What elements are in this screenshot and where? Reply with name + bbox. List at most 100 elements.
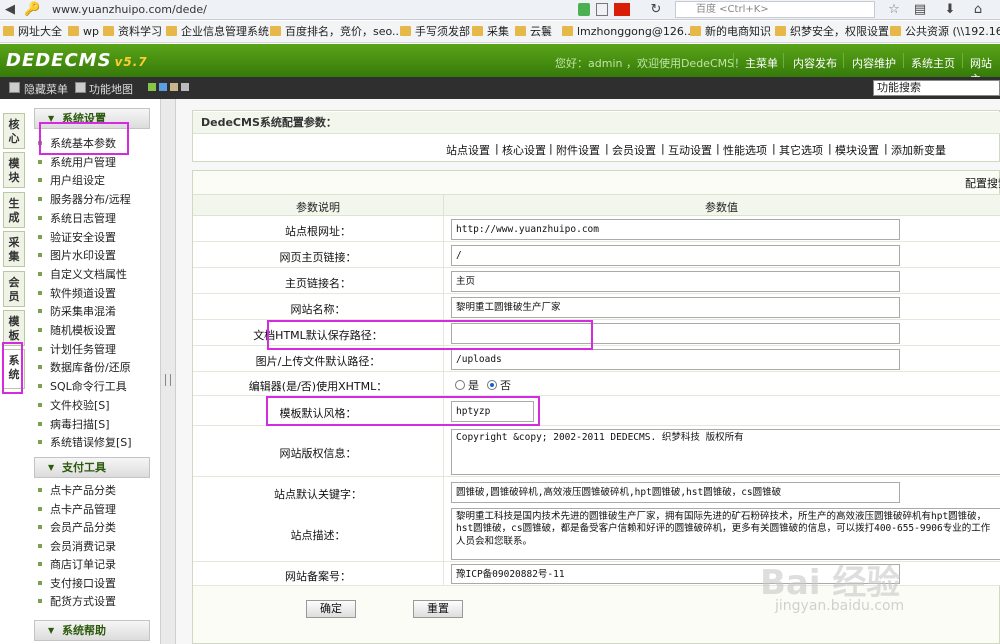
skin-tan-icon[interactable] — [170, 83, 178, 91]
skin-blue-icon[interactable] — [159, 83, 167, 91]
confirm-button[interactable]: 确定 — [306, 600, 356, 618]
config-tab[interactable]: 模块设置 — [835, 142, 879, 158]
shield-icon[interactable] — [578, 3, 590, 16]
config-tab[interactable]: 互动设置 — [668, 142, 712, 158]
config-tab[interactable]: 附件设置 — [556, 142, 600, 158]
bookmark-item[interactable]: 手写须发部 — [400, 24, 470, 40]
sidebar-item[interactable]: 软件频道设置 — [38, 285, 116, 303]
sidebar-item[interactable]: 支付接口设置 — [38, 575, 116, 593]
star-icon[interactable]: ☆ — [886, 2, 902, 18]
function-search-input[interactable]: 功能搜索 — [873, 80, 1000, 96]
bookmark-item[interactable]: 新的电商知识 — [690, 24, 771, 40]
download-icon[interactable]: ⬇ — [942, 2, 958, 18]
bookmark-item[interactable]: 采集 — [472, 24, 509, 40]
func-map-link[interactable]: 功能地图 — [89, 81, 133, 97]
sidebar-item[interactable]: 文件校验[S] — [38, 397, 110, 415]
sidebar-splitter[interactable] — [160, 99, 176, 644]
home-icon[interactable]: ⌂ — [970, 2, 986, 18]
bookmark-item[interactable]: 织梦安全，权限设置 — [775, 24, 889, 40]
tab-separator: | — [495, 142, 499, 155]
sidebar-item[interactable]: 系统基本参数 — [38, 135, 116, 153]
side-tab-system[interactable]: 系统 — [3, 349, 25, 389]
sidebar-item[interactable]: 数据库备份/还原 — [38, 359, 131, 377]
param-input[interactable]: 圆锥破,圆锥破碎机,高效液压圆锥破碎机,hpt圆锥破,hst圆锥破，cs圆锥破 — [451, 481, 900, 503]
bookmark-item[interactable]: wp — [68, 24, 99, 40]
sidebar-item[interactable]: 点卡产品管理 — [38, 501, 116, 519]
bookmark-item[interactable]: lmzhonggong@126.... — [562, 24, 698, 40]
sidebar-item[interactable]: 用户组设定 — [38, 172, 105, 190]
config-tab[interactable]: 其它选项 — [779, 142, 823, 158]
param-textarea[interactable]: Copyright &copy; 2002-2011 DEDECMS. 织梦科技… — [451, 428, 1000, 475]
side-tab-module[interactable]: 模块 — [3, 152, 25, 188]
param-input[interactable] — [451, 322, 900, 344]
param-input[interactable]: http://www.yuanzhuipo.com — [451, 218, 900, 240]
hide-menu-link[interactable]: 隐藏菜单 — [24, 81, 68, 97]
sidebar-item[interactable]: 服务器分布/远程 — [38, 191, 131, 209]
config-tab[interactable]: 添加新变量 — [891, 142, 946, 158]
sidebar-item[interactable]: 商店订单记录 — [38, 556, 116, 574]
flag-icon[interactable] — [614, 3, 630, 16]
config-tab[interactable]: 会员设置 — [612, 142, 656, 158]
nav-maintain[interactable]: 内容维护 — [852, 55, 896, 71]
group-system-settings[interactable]: ▼ 系统设置 — [34, 108, 150, 129]
config-tab[interactable]: 核心设置 — [502, 142, 546, 158]
config-search-link[interactable]: 配置搜索 — [965, 175, 1000, 191]
param-input[interactable]: / — [451, 244, 900, 266]
browser-search-input[interactable]: 百度 <Ctrl+K> — [675, 1, 875, 18]
side-tab-collect[interactable]: 采集 — [3, 231, 25, 267]
sidebar-item[interactable]: 会员产品分类 — [38, 519, 116, 537]
skin-gray-icon[interactable] — [181, 83, 189, 91]
reload-icon[interactable]: ↻ — [648, 2, 664, 18]
sidebar-item[interactable]: 防采集串混淆 — [38, 303, 116, 321]
nav-publish[interactable]: 内容发布 — [793, 55, 837, 71]
nav-system-home[interactable]: 系统主页 — [911, 55, 955, 71]
site-info-icon[interactable]: 🔑 — [24, 2, 40, 18]
sidebar-item[interactable]: 会员消费记录 — [38, 538, 116, 556]
reading-list-icon[interactable]: ▤ — [912, 2, 928, 18]
back-icon[interactable]: ◀ — [2, 2, 18, 18]
param-input[interactable]: 主页 — [451, 270, 900, 292]
bookmark-item[interactable]: 网址大全 — [3, 24, 62, 40]
bullet-icon — [38, 365, 42, 370]
reset-button[interactable]: 重置 — [413, 600, 463, 618]
radio-yes[interactable] — [455, 380, 465, 390]
param-input[interactable]: /uploads — [451, 348, 900, 370]
bookmark-item[interactable]: 公共资源 (\\192.168 — [890, 24, 1000, 40]
group-payment-tools[interactable]: ▼ 支付工具 — [34, 457, 150, 478]
sidebar-item-label: 系统错误修复[S] — [50, 436, 132, 450]
config-tab[interactable]: 性能选项 — [723, 142, 767, 158]
sidebar-item[interactable]: SQL命令行工具 — [38, 378, 127, 396]
side-tab-template[interactable]: 模板 — [3, 310, 25, 346]
param-input[interactable]: 黎明重工圆锥破生产厂家 — [451, 296, 900, 318]
sidebar-item[interactable]: 随机模板设置 — [38, 322, 116, 340]
bookmark-item[interactable]: 云鬟 — [515, 24, 552, 40]
sidebar-item[interactable]: 系统用户管理 — [38, 154, 116, 172]
side-tab-generate[interactable]: 生成 — [3, 192, 25, 228]
sidebar-item[interactable]: 自定义文档属性 — [38, 266, 127, 284]
config-tab[interactable]: 站点设置 — [446, 142, 490, 158]
radio-no[interactable] — [487, 380, 497, 390]
sidebar-item[interactable]: 验证安全设置 — [38, 229, 116, 247]
sidebar-item[interactable]: 配货方式设置 — [38, 593, 116, 611]
table-row: 网站版权信息： Copyright &copy; 2002-2011 DEDECM… — [193, 426, 1000, 477]
bookmark-item[interactable]: 百度排名，竞价，seo... — [270, 24, 403, 40]
sidebar-item[interactable]: 图片水印设置 — [38, 247, 116, 265]
sidebar-item[interactable]: 病毒扫描[S] — [38, 416, 110, 434]
side-tab-core[interactable]: 核心 — [3, 113, 25, 149]
param-textarea[interactable]: 黎明重工科技是国内技术先进的圆锥破生产厂家，拥有国际先进的矿石粉碎技术，所生产的… — [451, 507, 1000, 560]
sidebar-item[interactable]: 计划任务管理 — [38, 341, 116, 359]
group-system-help[interactable]: ▼ 系统帮助 — [34, 620, 150, 641]
bullet-icon — [38, 599, 42, 603]
nav-main-menu[interactable]: 主菜单 — [745, 55, 778, 71]
sidebar-item[interactable]: 点卡产品分类 — [38, 482, 116, 500]
qr-icon[interactable] — [596, 3, 608, 16]
url-input[interactable]: www.yuanzhuipo.com/dede/ — [52, 1, 572, 18]
bookmark-item[interactable]: 企业信息管理系统 — [166, 24, 269, 40]
bookmark-item[interactable]: 资料学习 — [103, 24, 162, 40]
sidebar-item-label: 点卡产品管理 — [50, 502, 116, 516]
side-tab-member[interactable]: 会员 — [3, 271, 25, 307]
skin-green-icon[interactable] — [148, 83, 156, 91]
sidebar-item[interactable]: 系统错误修复[S] — [38, 434, 132, 452]
param-input[interactable]: hptyzp — [451, 400, 534, 422]
sidebar-item[interactable]: 系统日志管理 — [38, 210, 116, 228]
